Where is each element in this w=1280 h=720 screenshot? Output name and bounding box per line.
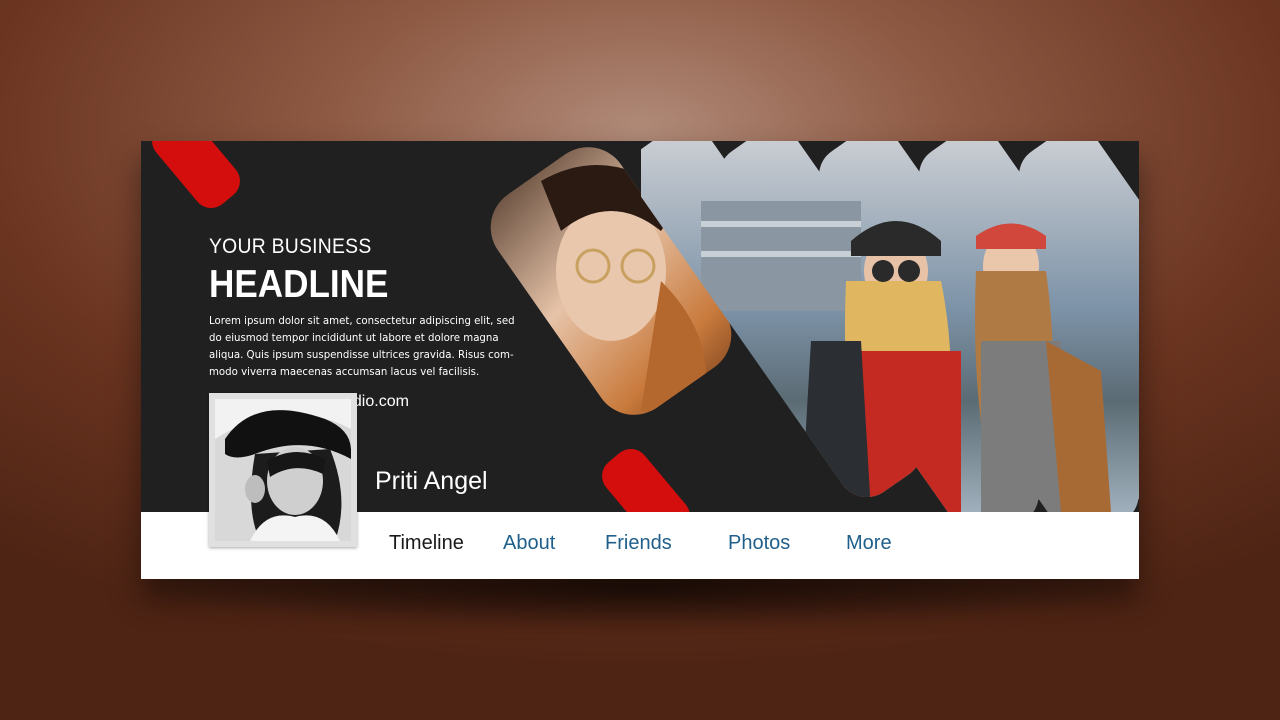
website-text: udio.com (344, 393, 409, 410)
nav-about[interactable]: About (503, 532, 555, 555)
eyebrow-text: YOUR BUSINESS (209, 235, 372, 258)
profile-photo-icon (215, 399, 351, 541)
nav-timeline[interactable]: Timeline (389, 532, 464, 555)
body-text: Lorem ipsum dolor sit amet, consectetur … (209, 316, 515, 378)
headline-text: HEADLINE (209, 263, 389, 306)
red-accent-top (152, 141, 240, 209)
red-accent-bottom (602, 448, 690, 512)
avatar[interactable] (209, 393, 357, 547)
profile-name[interactable]: Priti Angel (375, 467, 488, 496)
nav-more[interactable]: More (846, 532, 892, 555)
business-copy: YOUR BUSINESS HEADLINE Lorem ipsum dolor… (209, 235, 529, 381)
facebook-cover-mockup: YOUR BUSINESS HEADLINE Lorem ipsum dolor… (141, 141, 1139, 579)
nav-friends[interactable]: Friends (605, 532, 672, 555)
nav-photos[interactable]: Photos (728, 532, 790, 555)
